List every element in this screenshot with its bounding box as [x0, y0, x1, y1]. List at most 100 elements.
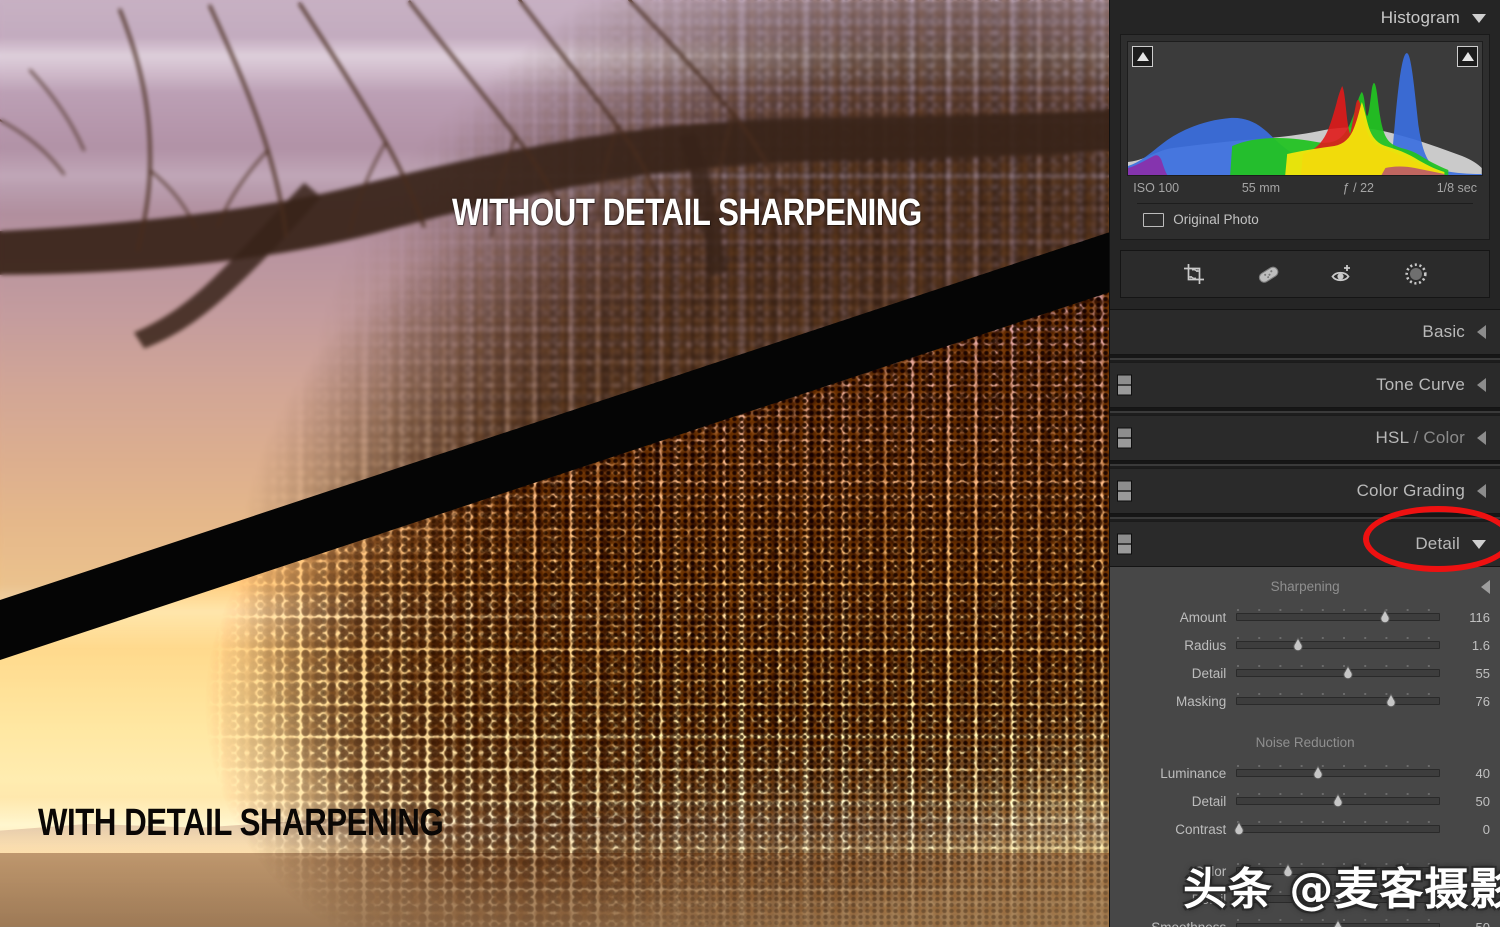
slider-track[interactable]	[1236, 665, 1440, 680]
sharpening-subheader: Sharpening	[1110, 573, 1500, 603]
exif-iso: ISO 100	[1133, 181, 1180, 195]
tone-curve-panel-switch[interactable]	[1117, 374, 1133, 396]
slider-track-wrap[interactable]	[1234, 820, 1440, 838]
slider-track[interactable]	[1236, 637, 1440, 652]
chevron-left-icon[interactable]	[1477, 378, 1486, 392]
slider-value: 55	[1475, 665, 1490, 681]
section-tone-curve-label: Tone Curve	[1376, 375, 1465, 394]
histogram-title: Histogram	[1380, 8, 1460, 27]
chevron-left-icon[interactable]	[1481, 580, 1490, 594]
slider-label: Smoothness	[1151, 919, 1227, 927]
slider-value: 50	[1475, 793, 1490, 809]
red-eye-correction-tool[interactable]	[1327, 259, 1357, 289]
section-divider	[1110, 355, 1500, 362]
section-detail[interactable]: Detail	[1110, 521, 1500, 567]
slider-knob[interactable]	[1290, 637, 1305, 653]
detail-panel-switch[interactable]	[1117, 533, 1133, 555]
section-hsl-label-main: HSL	[1375, 428, 1409, 447]
section-hsl-color[interactable]: HSL / Color	[1110, 415, 1500, 461]
slider-knob[interactable]	[1232, 821, 1247, 837]
section-hsl-label-suffix: / Color	[1408, 428, 1465, 447]
section-basic[interactable]: Basic	[1110, 309, 1500, 355]
slider-knob[interactable]	[1331, 793, 1346, 809]
highlight-clipping-indicator[interactable]	[1457, 46, 1478, 67]
section-divider	[1110, 408, 1500, 415]
original-photo-label: Original Photo	[1173, 212, 1259, 227]
histogram-header[interactable]: Histogram	[1110, 0, 1500, 34]
slider-track[interactable]	[1236, 765, 1440, 780]
spot-removal-tool[interactable]	[1253, 259, 1283, 289]
triangle-up-icon	[1136, 52, 1149, 61]
photo-rect-icon	[1143, 212, 1165, 227]
chevron-down-icon[interactable]	[1472, 13, 1486, 23]
slider-nr-luminance[interactable]: Luminance 40	[1110, 759, 1500, 787]
slider-sharpening-radius[interactable]: Radius 1.6	[1110, 631, 1500, 659]
slider-sharpening-masking[interactable]: Masking 76	[1110, 687, 1500, 715]
slider-track-wrap[interactable]	[1236, 692, 1440, 710]
slider-ticks	[1237, 637, 1439, 641]
slider-track-wrap[interactable]	[1236, 664, 1440, 682]
slider-track[interactable]	[1236, 793, 1440, 808]
slider-track-wrap[interactable]	[1236, 608, 1440, 626]
slider-label: Detail	[1191, 793, 1227, 809]
section-color-grading[interactable]: Color Grading	[1110, 468, 1500, 514]
chevron-left-icon[interactable]	[1477, 431, 1486, 445]
section-detail-label: Detail	[1415, 534, 1460, 553]
hsl-color-panel-switch[interactable]	[1117, 427, 1133, 449]
slider-value: 116	[1469, 609, 1490, 625]
slider-ticks	[1237, 665, 1439, 669]
section-color-grading-label: Color Grading	[1356, 481, 1465, 500]
slider-ticks	[1237, 765, 1439, 769]
slider-track[interactable]	[1234, 821, 1440, 836]
slider-value: 1.6	[1471, 637, 1490, 653]
slider-track[interactable]	[1236, 693, 1440, 708]
develop-sections: Basic Tone Curve HSL / Color Color Gradi…	[1110, 309, 1500, 927]
slider-nr-detail[interactable]: Detail 50	[1110, 787, 1500, 815]
exif-metadata-row: ISO 100 55 mm ƒ / 22 1/8 sec	[1127, 176, 1483, 201]
slider-track[interactable]	[1236, 609, 1440, 624]
original-photo-row[interactable]: Original Photo	[1137, 203, 1473, 237]
noise-reduction-title: Noise Reduction	[1255, 735, 1355, 750]
slider-ticks	[1237, 609, 1439, 613]
slider-label: Amount	[1179, 609, 1227, 625]
photo-preview-area[interactable]: WITHOUT DETAIL SHARPENING WITH DETAIL SH…	[0, 0, 1110, 927]
slider-label: Detail	[1191, 665, 1227, 681]
sharpening-title: Sharpening	[1270, 579, 1340, 594]
histogram-graph	[1128, 53, 1482, 175]
slider-value: 76	[1475, 693, 1490, 709]
chevron-left-icon[interactable]	[1477, 325, 1486, 339]
color-grading-panel-switch[interactable]	[1117, 480, 1133, 502]
histogram-panel: ISO 100 55 mm ƒ / 22 1/8 sec Original Ph…	[1120, 34, 1490, 240]
slider-knob[interactable]	[1310, 765, 1325, 781]
section-basic-label: Basic	[1422, 322, 1465, 341]
crop-overlay-tool[interactable]	[1179, 259, 1209, 289]
slider-nr-contrast[interactable]: Contrast 0	[1110, 815, 1500, 843]
lightroom-develop-window: WITHOUT DETAIL SHARPENING WITH DETAIL SH…	[0, 0, 1500, 927]
triangle-up-icon	[1461, 52, 1474, 61]
slider-track-wrap[interactable]	[1236, 636, 1440, 654]
slider-knob[interactable]	[1383, 693, 1398, 709]
slider-track-wrap[interactable]	[1236, 918, 1440, 927]
slider-track-wrap[interactable]	[1236, 764, 1440, 782]
tool-strip	[1120, 250, 1490, 298]
slider-knob[interactable]	[1377, 609, 1392, 625]
exif-focal-length: 55 mm	[1241, 181, 1281, 195]
slider-knob[interactable]	[1331, 919, 1346, 927]
section-tone-curve[interactable]: Tone Curve	[1110, 362, 1500, 408]
slider-track-wrap[interactable]	[1236, 792, 1440, 810]
slider-track[interactable]	[1236, 919, 1440, 927]
slider-knob[interactable]	[1341, 665, 1356, 681]
watermark: 头条 @麦客摄影	[1183, 864, 1500, 915]
exif-shutter-speed: 1/8 sec	[1436, 181, 1477, 195]
histogram-plot[interactable]	[1127, 41, 1483, 176]
chevron-left-icon[interactable]	[1477, 484, 1486, 498]
slider-sharpening-detail[interactable]: Detail 55	[1110, 659, 1500, 687]
label-without-sharpening: WITHOUT DETAIL SHARPENING	[452, 192, 922, 234]
slider-sharpening-amount[interactable]: Amount 116	[1110, 603, 1500, 631]
slider-label: Radius	[1184, 637, 1227, 653]
label-with-sharpening: WITH DETAIL SHARPENING	[38, 802, 444, 844]
shadow-clipping-indicator[interactable]	[1132, 46, 1154, 67]
masking-tool[interactable]	[1401, 259, 1431, 289]
chevron-down-icon[interactable]	[1472, 539, 1486, 549]
